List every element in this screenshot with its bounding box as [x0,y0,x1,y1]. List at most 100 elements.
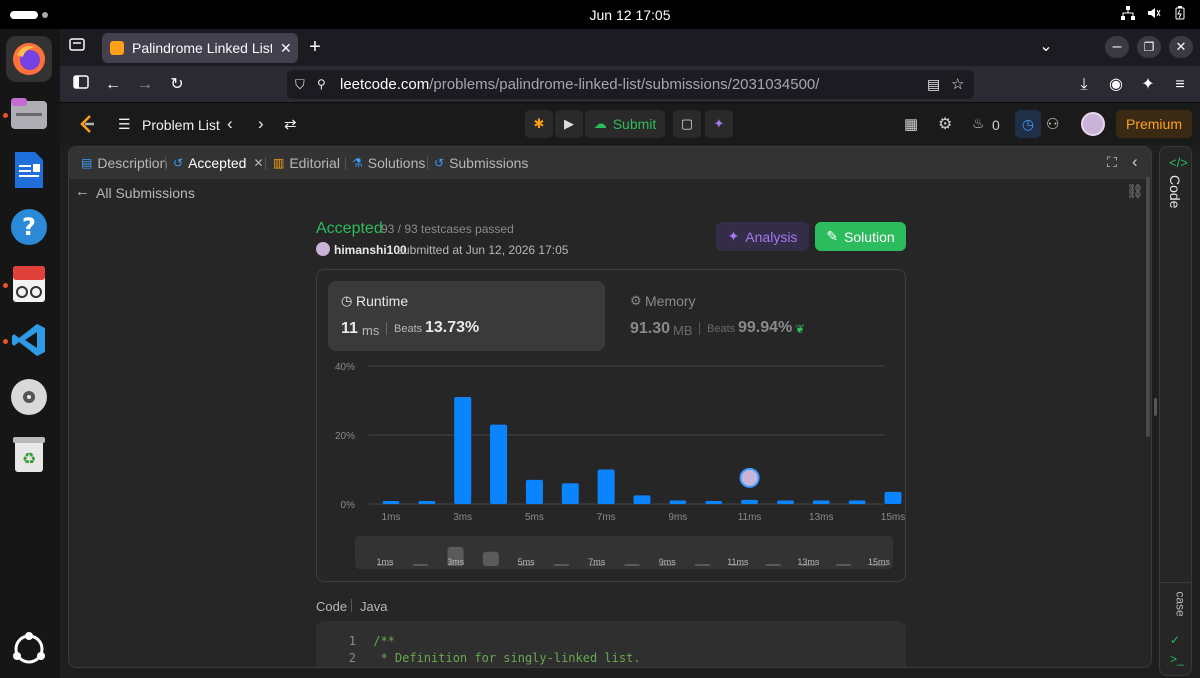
all-submissions-link[interactable]: All Submissions [96,185,195,201]
book-icon: ▥ [273,156,285,170]
tab-overflow-chevron-icon[interactable]: ⌄ [1035,36,1057,58]
submitter-name[interactable]: himanshi100 [334,243,407,257]
resize-handle[interactable] [1154,398,1157,416]
y-tick-label: 0% [341,500,356,511]
writer-icon[interactable] [6,147,52,193]
minimap-tick-label: 5ms [518,557,536,567]
leetcode-logo-icon[interactable] [78,114,96,139]
chip-icon: ⚙ [630,293,642,308]
runtime-beats-label: Beats [394,323,423,335]
user-avatar[interactable] [1081,112,1105,136]
settings-gear-icon[interactable]: ⚙ [938,114,952,134]
code-side-panel[interactable]: </> Code case ✓ >_ [1159,146,1193,676]
url-path: /problems/palindrome-linked-list/submiss… [429,76,820,93]
files-icon[interactable] [6,91,52,137]
tab-submissions[interactable]: ↺ Submissions [434,155,528,171]
share-link-icon[interactable]: ⛓ [1126,183,1144,200]
analysis-button[interactable]: ✦ Analysis [716,222,809,251]
submit-button[interactable]: ☁ Submit [585,110,665,138]
solution-button[interactable]: ✎ Solution [815,222,906,251]
streak-count: 0 [992,117,1000,133]
description-icon: ▤ [81,156,93,170]
timer-button[interactable]: ◷ [1015,110,1041,138]
prev-problem-icon[interactable]: ‹ [227,114,233,134]
shield-icon[interactable]: ⛉ [295,70,305,99]
fullscreen-icon[interactable]: ⛶ [1107,154,1117,171]
streak-flame-icon[interactable]: ♨ [972,115,985,132]
premium-label: Premium [1125,116,1182,132]
problem-list-link[interactable]: Problem List [142,117,220,133]
browser-tab-active[interactable]: Palindrome Linked List - L ✕ [102,33,298,63]
x-tick-label: 7ms [597,512,616,523]
reload-icon[interactable]: ↻ [166,74,188,96]
tab-accepted[interactable]: ↺ Accepted ✕ [173,155,264,171]
minimap-tick-label: 13ms [797,557,820,567]
panel-scrollbar[interactable] [1146,177,1150,437]
runtime-card[interactable]: ◷ Runtime 11 ms Beats 13.73% [328,281,605,351]
list-icon[interactable]: ☰ [118,116,131,133]
memory-card[interactable]: ⚙ Memory 91.30 MB Beats 99.94% ❦ [617,281,894,351]
disc-icon[interactable] [6,374,52,420]
extensions-icon[interactable]: ✦ [1137,74,1159,96]
code-block[interactable]: 1 /** 2 * Definition for singly-linked l… [316,621,906,667]
tab-solutions[interactable]: ⚗ Solutions [352,155,425,171]
tab-solutions-label: Solutions [367,155,426,171]
chart-bar [525,479,543,504]
next-problem-icon[interactable]: › [258,114,264,134]
forward-arrow-icon[interactable]: → [134,74,156,96]
debug-button[interactable]: ✱ [525,110,553,138]
svg-text:?: ? [22,213,36,241]
submitter-avatar[interactable] [316,242,330,256]
minimize-icon[interactable]: – [1105,36,1129,58]
check-icon: ✓ [1170,633,1181,647]
sidebar-toggle-icon[interactable] [70,74,92,96]
tab-title: Palindrome Linked List - L [132,40,272,56]
collapse-panel-icon[interactable]: ‹ [1132,152,1138,172]
line-number: 2 [348,651,356,665]
minimap-tick-label: 11ms [727,557,749,567]
network-icon[interactable] [1121,6,1135,23]
code-line: 2 * Definition for singly-linked list. [316,650,906,667]
line-text: /** [373,634,395,648]
x-tick-label: 3ms [453,512,472,523]
url-bar[interactable]: ⛉ ⚲ leetcode.com/problems/palindrome-lin… [287,70,974,99]
firefox-icon[interactable] [6,36,52,82]
bookmark-star-icon[interactable]: ☆ [951,70,964,99]
premium-button[interactable]: Premium [1116,110,1192,138]
runtime-value: 11 [341,320,358,337]
solution-label: Solution [844,228,895,245]
back-arrow-icon[interactable]: ← [75,183,90,200]
run-button[interactable]: ▶ [555,110,583,138]
tab-description[interactable]: ▤ Description [81,155,167,171]
reader-view-icon[interactable]: ▤ [927,70,940,99]
new-tab-icon[interactable]: + [304,36,326,58]
runtime-unit: ms [362,323,380,338]
menu-icon[interactable]: ≡ [1169,74,1191,96]
minimap-bar [835,564,852,566]
vscode-icon[interactable] [6,317,52,363]
system-clock[interactable]: Jun 12 17:05 [0,7,1200,23]
trash-icon[interactable]: ♻ [6,431,52,477]
close-tab-accepted-icon[interactable]: ✕ [253,156,263,170]
ai-assist-button[interactable]: ✦ [705,110,733,138]
help-icon[interactable]: ? [6,204,52,250]
battery-icon[interactable] [1173,6,1187,23]
site-info-icon[interactable]: ⚲ [317,70,326,99]
notes-button[interactable]: ▢ [673,110,701,138]
close-window-icon[interactable]: ✕ [1169,36,1193,58]
maximize-icon[interactable]: ❐ [1137,36,1161,58]
layout-grid-icon[interactable]: ▦ [904,115,918,133]
leaf-icon: ❦ [795,322,806,336]
add-friend-icon[interactable]: ⚇ [1046,115,1059,133]
shuffle-icon[interactable]: ⇄ [284,115,297,133]
tab-list-icon[interactable] [66,36,88,58]
back-arrow-icon[interactable]: ← [102,74,124,96]
account-icon[interactable]: ◉ [1105,74,1127,96]
close-tab-icon[interactable]: ✕ [280,40,292,57]
volume-icon[interactable] [1147,6,1161,23]
app-grid-icon[interactable] [6,626,52,672]
reader-icon[interactable] [6,261,52,307]
terminal-icon: >_ [1170,652,1184,666]
downloads-icon[interactable]: ⤓ [1073,74,1095,96]
tab-editorial[interactable]: ▥ Editorial [273,155,340,171]
